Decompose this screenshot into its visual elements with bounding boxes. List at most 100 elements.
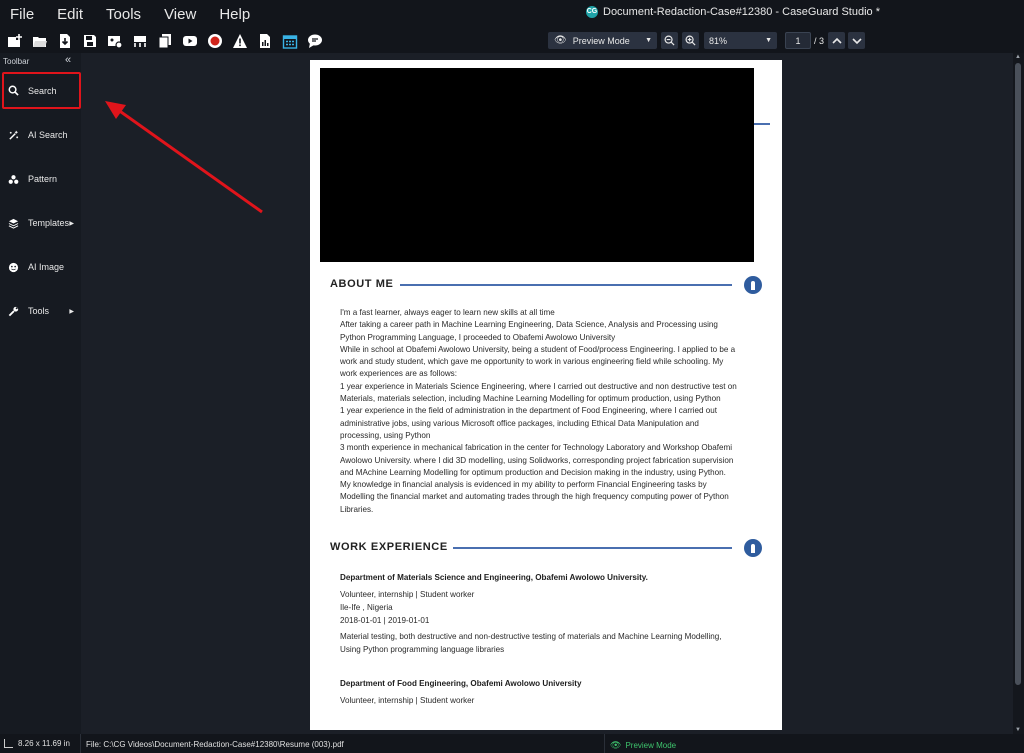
sidebar-item-label: Templates [28, 218, 70, 228]
sidebar-item-pattern[interactable]: Pattern [4, 161, 78, 197]
status-bar: 8.26 x 11.69 in File: C:\CG Videos\Docum… [0, 734, 1024, 753]
job-location: Ile-Ife , Nigeria [340, 603, 393, 612]
sidebar-item-label: AI Search [28, 130, 68, 140]
templates-icon [7, 217, 19, 229]
page-size-icon [4, 739, 13, 748]
chevron-down-icon: ▼ [765, 37, 772, 44]
about-line: and MAchine Learning Modelling for optim… [340, 467, 726, 477]
chevron-down-icon [851, 37, 862, 44]
page-current: 1 [795, 35, 801, 46]
submenu-arrow-icon: ▶ [69, 220, 74, 227]
about-line: Awolowo University. where I did 3D model… [340, 455, 734, 465]
search-icon [7, 85, 19, 97]
about-line: 1 year experience in Materials Science E… [340, 381, 737, 391]
chevron-up-icon [831, 37, 842, 44]
section-heading-work: WORK EXPERIENCE [330, 541, 448, 553]
sidebar-item-label: AI Image [28, 262, 65, 272]
chevron-down-icon: ▼ [645, 37, 652, 44]
section-badge-icon [744, 539, 762, 557]
submenu-arrow-icon: ▶ [69, 308, 74, 315]
job-role: Volunteer, internship | Student worker [340, 696, 475, 705]
warning-icon[interactable] [227, 31, 252, 51]
new-project-icon[interactable] [2, 31, 27, 51]
caseguard-logo-icon: CG [586, 6, 598, 18]
menu-file[interactable]: File [0, 6, 47, 23]
app-window: File Edit Tools View Help CG Document-Re… [0, 0, 1024, 753]
job-dates: 2018-01-01 | 2019-01-01 [340, 616, 430, 625]
section-divider [400, 284, 732, 286]
about-line: Python Programming Language, I proceeded… [340, 332, 616, 342]
record-icon[interactable] [202, 31, 227, 51]
media-settings-icon[interactable] [102, 31, 127, 51]
job-title: Department of Food Engineering, Obafemi … [340, 679, 582, 688]
wrench-icon [7, 305, 19, 317]
job-title: Department of Materials Science and Engi… [340, 573, 648, 582]
page-size-text: 8.26 x 11.69 in [18, 739, 70, 748]
menu-edit[interactable]: Edit [47, 6, 96, 23]
preview-mode-label: Preview Mode [572, 35, 630, 46]
about-line: Modelling the financial market and autom… [340, 492, 729, 502]
ai-image-icon [7, 261, 19, 273]
transcribe-icon[interactable] [127, 31, 152, 51]
import-file-icon[interactable] [52, 31, 77, 51]
header-divider [754, 123, 770, 125]
chat-icon[interactable] [302, 31, 327, 51]
menu-tools[interactable]: Tools [96, 6, 154, 23]
calendar-icon[interactable] [277, 31, 302, 51]
about-line: work experiences are as follows: [340, 369, 457, 379]
save-icon[interactable] [77, 31, 102, 51]
status-divider [604, 734, 605, 753]
status-file-path: File: C:\CG Videos\Document-Redaction-Ca… [86, 740, 344, 749]
window-title-text: Document-Redaction-Case#12380 - CaseGuar… [603, 6, 880, 18]
sidebar-item-ai-search[interactable]: AI Search [4, 117, 78, 153]
sidebar-item-label: Search [28, 85, 57, 96]
pattern-icon [7, 173, 19, 185]
zoom-in-button[interactable] [682, 32, 699, 49]
about-text: I'm a fast learner, always eager to lear… [340, 307, 755, 516]
page-size-indicator: 8.26 x 11.69 in [4, 739, 70, 748]
scroll-up-icon[interactable]: ▲ [1015, 54, 1021, 60]
sidebar-item-ai-image[interactable]: AI Image [4, 249, 78, 285]
vertical-scrollbar[interactable]: ▲ ▼ [1013, 53, 1024, 734]
toolbar: 👁 Preview Mode ▼ 81% ▼ 1 / 3 [0, 28, 1024, 53]
job-description: Using Python programming language librar… [340, 645, 505, 654]
about-line: After taking a career path in Machine Le… [340, 320, 718, 330]
zoom-select[interactable]: 81% ▼ [704, 32, 777, 49]
next-page-button[interactable] [848, 32, 865, 49]
youtube-icon[interactable] [177, 31, 202, 51]
sidebar-item-label: Tools [28, 306, 50, 316]
scrollbar-thumb[interactable] [1015, 63, 1021, 685]
about-line: I'm a fast learner, always eager to lear… [340, 308, 555, 317]
about-line: processing, using Python [340, 430, 431, 440]
sidebar-item-templates[interactable]: Templates ▶ [4, 205, 78, 241]
sidebar-item-tools[interactable]: Tools ▶ [4, 293, 78, 329]
menu-help[interactable]: Help [209, 6, 263, 23]
preview-mode-dropdown[interactable]: 👁 Preview Mode ▼ [548, 32, 657, 49]
window-title: CG Document-Redaction-Case#12380 - CaseG… [586, 6, 880, 18]
copy-file-icon[interactable] [152, 31, 177, 51]
about-line: Libraries. [340, 504, 374, 514]
page-total: / 3 [814, 36, 825, 46]
about-line: administrative jobs, using various Micro… [340, 418, 699, 428]
about-line: 1 year experience in the field of admini… [340, 406, 718, 416]
section-badge-icon [744, 276, 762, 294]
previous-page-button[interactable] [828, 32, 845, 49]
zoom-out-button[interactable] [661, 32, 678, 49]
collapse-sidebar-icon[interactable]: « [65, 54, 71, 66]
document-page[interactable]: ABOUT ME I'm a fast learner, always eage… [310, 60, 782, 730]
report-icon[interactable] [252, 31, 277, 51]
job-description: Material testing, both destructive and n… [340, 632, 722, 641]
scroll-down-icon[interactable]: ▼ [1015, 727, 1021, 733]
zoom-out-icon [664, 35, 675, 46]
sidebar-item-search[interactable]: Search [2, 72, 81, 109]
sidebar-toolbar: Toolbar « Search AI Search Pattern Templ… [0, 53, 81, 734]
zoom-value: 81% [709, 35, 728, 46]
redaction-box[interactable] [320, 68, 754, 262]
about-line: My knowledge in financial analysis is ev… [340, 480, 707, 490]
open-folder-icon[interactable] [27, 31, 52, 51]
menu-view[interactable]: View [154, 6, 209, 23]
page-number-input[interactable]: 1 [785, 32, 811, 49]
about-line: Materials, materials selection, includin… [340, 394, 721, 404]
about-line: While in school at Obafemi Awolowo Unive… [340, 344, 736, 354]
menu-bar: File Edit Tools View Help CG Document-Re… [0, 0, 1024, 28]
